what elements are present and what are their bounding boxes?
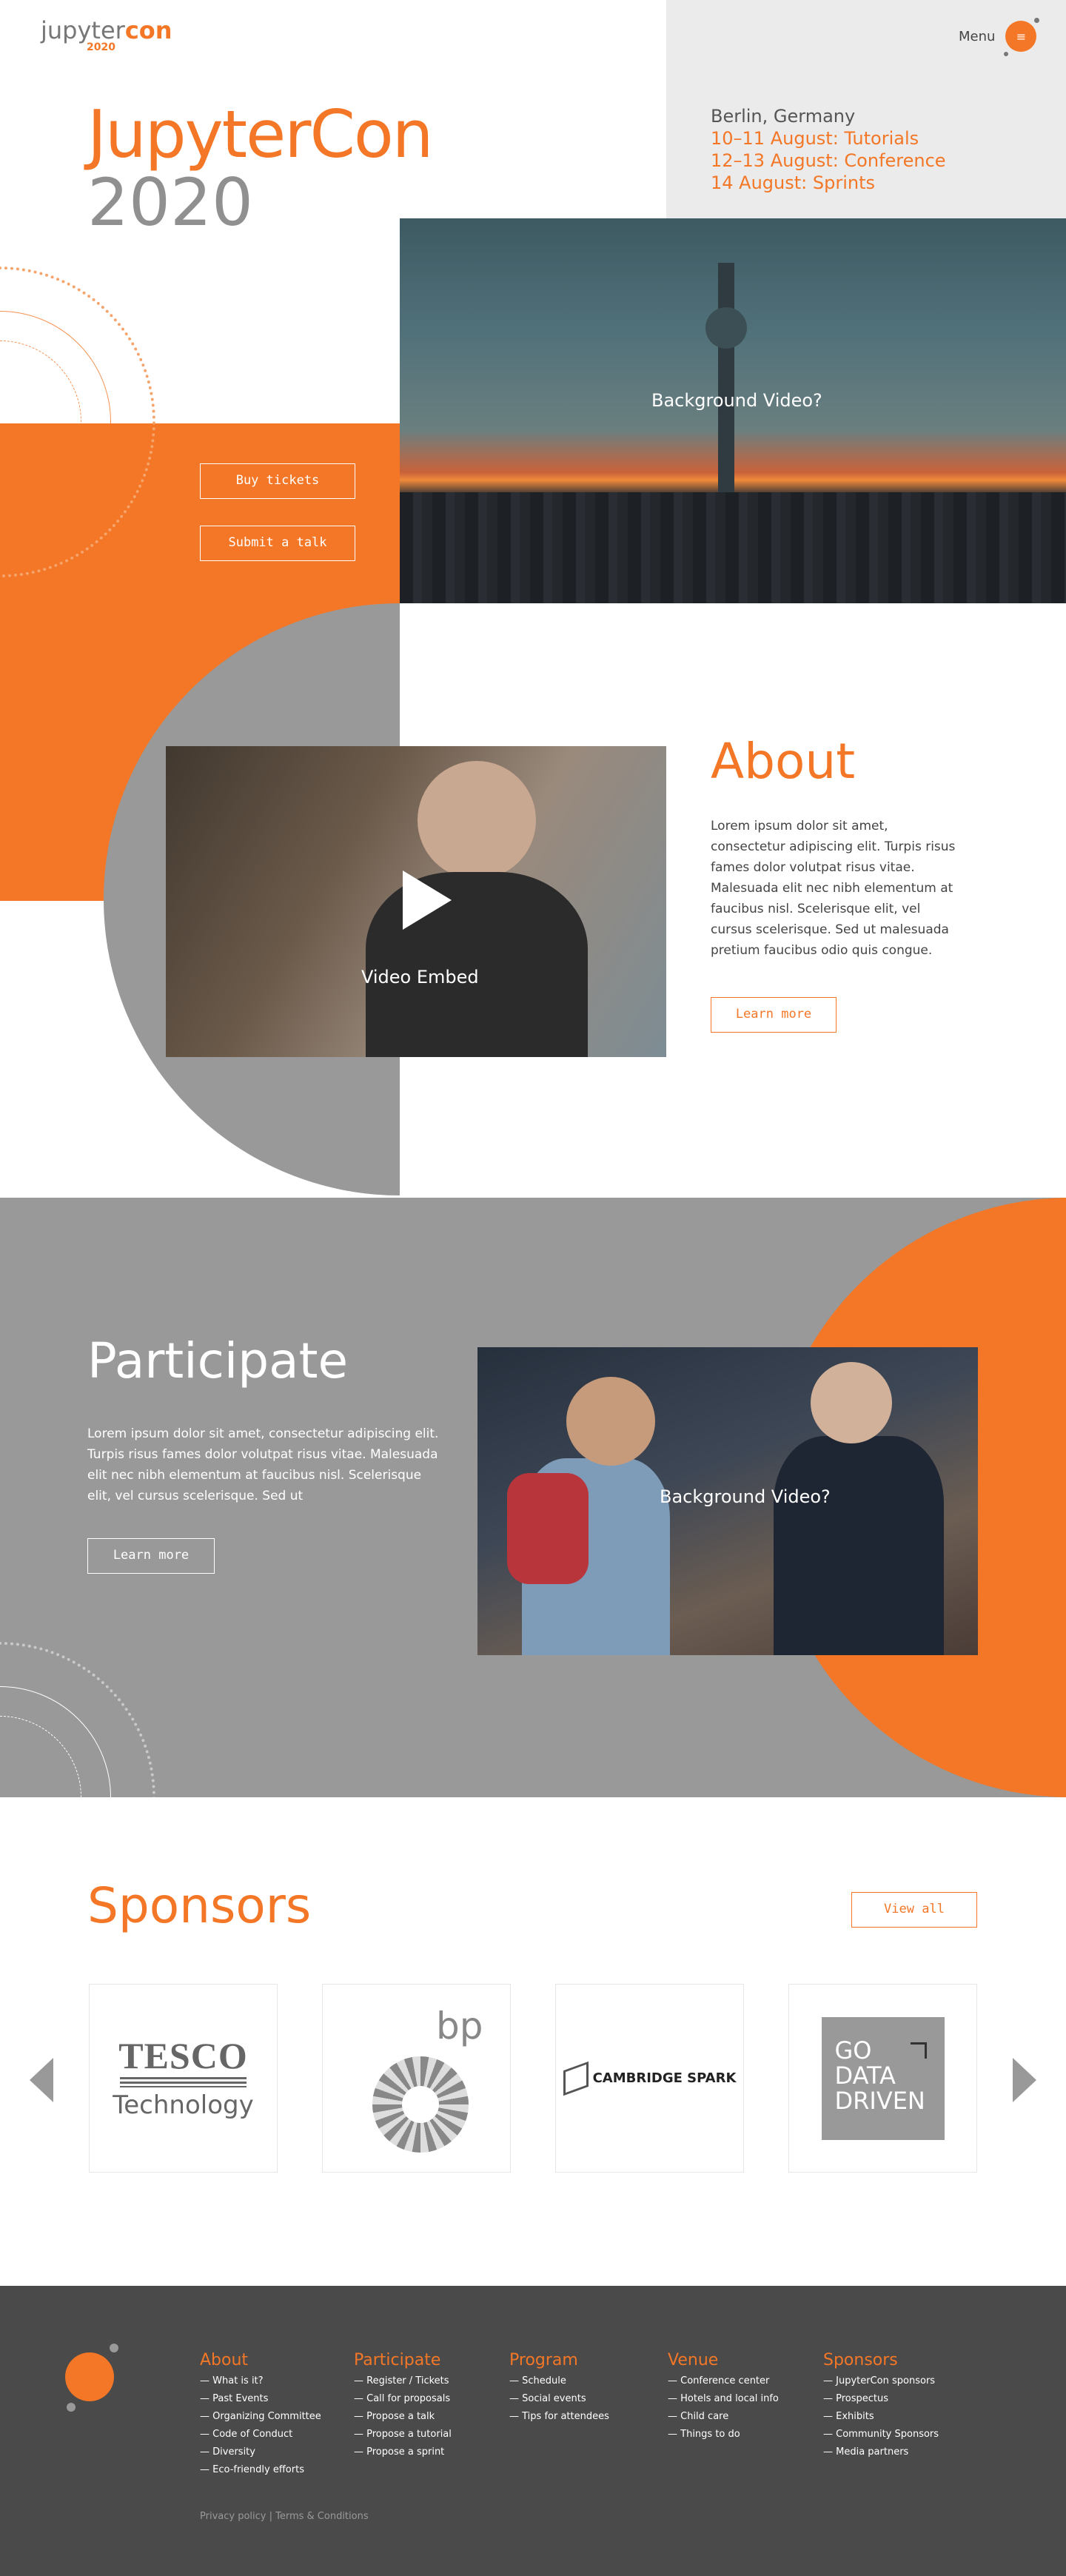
- about-text: Lorem ipsum dolor sit amet, consectetur …: [711, 819, 956, 958]
- participate-background-video[interactable]: Background Video?: [477, 1347, 978, 1655]
- buy-tickets-button[interactable]: Buy tickets: [200, 463, 355, 499]
- about-video-label: Video Embed: [361, 967, 479, 987]
- footer-heading[interactable]: About: [200, 2351, 321, 2369]
- logo-text-accent: con: [124, 16, 172, 44]
- sponsor-card-cambridge-spark[interactable]: CAMBRIDGE SPARK: [555, 1984, 744, 2173]
- tesco-logo-subtext: Technology: [113, 2090, 254, 2120]
- cambridge-spark-text: CAMBRIDGE SPARK: [592, 2070, 737, 2086]
- gdd-line-2: DATA: [834, 2061, 896, 2090]
- bp-logo: bp: [343, 2005, 491, 2153]
- attendee-head: [566, 1377, 655, 1466]
- footer-heading[interactable]: Participate: [354, 2351, 452, 2369]
- footer-col-venue: Venue — Conference center — Hotels and l…: [668, 2351, 779, 2443]
- event-details: Berlin, Germany 10–11 August: Tutorials …: [711, 105, 946, 194]
- footer-link[interactable]: — Propose a tutorial: [354, 2426, 452, 2443]
- sponsor-card-go-data-driven[interactable]: GO DATA DRIVEN: [788, 1984, 977, 2173]
- event-location: Berlin, Germany: [711, 106, 856, 127]
- participate-text: Lorem ipsum dolor sit amet, consectetur …: [87, 1426, 439, 1503]
- footer-logo-dot: [67, 2403, 76, 2412]
- go-data-driven-logo: GO DATA DRIVEN: [821, 2016, 945, 2140]
- about-title: About: [711, 733, 856, 790]
- footer-link[interactable]: — Child care: [668, 2408, 779, 2426]
- footer-col-program: Program — Schedule — Social events — Tip…: [509, 2351, 609, 2426]
- footer-link[interactable]: — Conference center: [668, 2372, 779, 2390]
- footer-heading[interactable]: Program: [509, 2351, 609, 2369]
- footer-legal-links[interactable]: Privacy policy | Terms & Conditions: [200, 2511, 369, 2522]
- footer-link[interactable]: — Code of Conduct: [200, 2426, 321, 2443]
- bp-helios-core: [401, 2085, 439, 2123]
- bp-logo-text: bp: [436, 2004, 483, 2047]
- footer-logo-icon[interactable]: [65, 2352, 114, 2401]
- footer-link[interactable]: — Things to do: [668, 2426, 779, 2443]
- tv-tower-sphere: [705, 307, 747, 349]
- footer-link[interactable]: — JupyterCon sponsors: [823, 2372, 939, 2390]
- tesco-logo-text: TESCO: [118, 2034, 248, 2076]
- tesco-stripes: [120, 2076, 247, 2087]
- cube-icon: [563, 2061, 589, 2096]
- footer-link[interactable]: — Past Events: [200, 2390, 321, 2408]
- view-all-sponsors-button[interactable]: View all: [851, 1892, 977, 1928]
- footer-link[interactable]: — Media partners: [823, 2443, 939, 2461]
- hero-video-label: Background Video?: [651, 390, 822, 411]
- footer-col-about: About — What is it? — Past Events — Orga…: [200, 2351, 321, 2479]
- about-learn-more-button[interactable]: Learn more: [711, 997, 837, 1033]
- city-skyline: [400, 492, 1066, 603]
- carousel-next-arrow-icon[interactable]: [1013, 2058, 1036, 2102]
- footer-link[interactable]: — Propose a talk: [354, 2408, 452, 2426]
- corner-bracket-icon: [910, 2042, 927, 2059]
- hamburger-icon[interactable]: ≡: [1004, 18, 1040, 56]
- footer-link[interactable]: — Eco-friendly efforts: [200, 2461, 321, 2479]
- menu-toggle[interactable]: Menu ≡: [959, 18, 1040, 56]
- footer-col-participate: Participate — Register / Tickets — Call …: [354, 2351, 452, 2461]
- event-date-tutorials: 10–11 August: Tutorials: [711, 128, 919, 149]
- speaker-head: [418, 761, 536, 879]
- footer-link[interactable]: — What is it?: [200, 2372, 321, 2390]
- hero-title: JupyterCon 2020: [87, 96, 434, 241]
- footer-link[interactable]: — Community Sponsors: [823, 2426, 939, 2443]
- logo-text: jupyter: [41, 16, 125, 44]
- gdd-line-3: DRIVEN: [834, 2086, 925, 2115]
- event-date-sprints: 14 August: Sprints: [711, 172, 875, 193]
- event-date-conference: 12–13 August: Conference: [711, 150, 946, 171]
- sponsor-card-bp[interactable]: bp: [322, 1984, 511, 2173]
- cambridge-spark-logo: CAMBRIDGE SPARK: [563, 2061, 737, 2096]
- footer-link[interactable]: — Organizing Committee: [200, 2408, 321, 2426]
- hero-background-video[interactable]: Background Video?: [400, 218, 1066, 603]
- menu-label[interactable]: Menu: [959, 29, 995, 44]
- play-icon[interactable]: [403, 871, 452, 930]
- footer-link[interactable]: — Exhibits: [823, 2408, 939, 2426]
- speaker-body: [366, 872, 588, 1057]
- hero-year: 2020: [87, 164, 253, 241]
- footer-link[interactable]: — Register / Tickets: [354, 2372, 452, 2390]
- footer-link[interactable]: — Tips for attendees: [509, 2408, 609, 2426]
- footer-link[interactable]: — Diversity: [200, 2443, 321, 2461]
- footer-link[interactable]: — Hotels and local info: [668, 2390, 779, 2408]
- footer-logo-dot: [110, 2344, 118, 2352]
- submit-talk-button[interactable]: Submit a talk: [200, 526, 355, 561]
- tesco-logo: TESCO Technology: [113, 2037, 253, 2120]
- hero-title-text: JupyterCon: [87, 96, 434, 172]
- footer-link[interactable]: — Social events: [509, 2390, 609, 2408]
- participate-video-label: Background Video?: [660, 1486, 831, 1507]
- participate-learn-more-button[interactable]: Learn more: [87, 1538, 215, 1574]
- attendee-body-2: [774, 1436, 944, 1655]
- carousel-prev-arrow-icon[interactable]: [30, 2058, 53, 2102]
- footer-link[interactable]: — Prospectus: [823, 2390, 939, 2408]
- participate-title: Participate: [87, 1332, 349, 1389]
- footer-heading[interactable]: Venue: [668, 2351, 779, 2369]
- sponsor-card-tesco[interactable]: TESCO Technology: [89, 1984, 278, 2173]
- footer-link[interactable]: — Call for proposals: [354, 2390, 452, 2408]
- attendee-head-2: [811, 1362, 892, 1443]
- footer-link[interactable]: — Schedule: [509, 2372, 609, 2390]
- sponsors-title: Sponsors: [87, 1877, 312, 1934]
- about-video-embed[interactable]: Video Embed: [166, 746, 666, 1057]
- footer-col-sponsors: Sponsors — JupyterCon sponsors — Prospec…: [823, 2351, 939, 2461]
- site-logo[interactable]: jupytercon 2020: [41, 16, 172, 53]
- attendee-backpack: [507, 1473, 589, 1584]
- footer-heading[interactable]: Sponsors: [823, 2351, 939, 2369]
- footer-link[interactable]: — Propose a sprint: [354, 2443, 452, 2461]
